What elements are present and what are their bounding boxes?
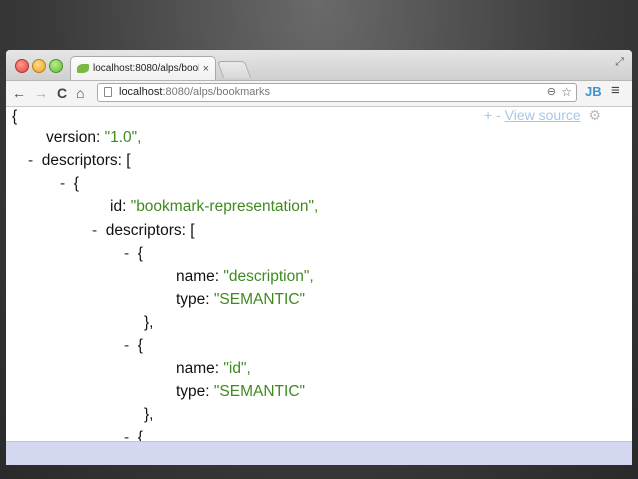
json-key: type: (176, 383, 210, 400)
url-host: localhost (119, 86, 162, 98)
json-brace: { (138, 337, 143, 354)
json-key: type: (176, 291, 210, 308)
browser-window: localhost:8080/alps/book × ⤢ ← → C ⌂ loc… (6, 50, 632, 465)
json-name-line: name: "description", (176, 267, 314, 287)
collapse-toggle[interactable]: - (60, 175, 65, 192)
json-type-line: type: "SEMANTIC" (176, 382, 305, 402)
close-window-button[interactable] (15, 59, 29, 73)
gear-icon[interactable]: ⚙ (589, 107, 602, 123)
json-object-line: - { (124, 428, 143, 441)
menu-icon[interactable]: ≡ (611, 82, 620, 99)
tab-title: localhost:8080/alps/book (93, 63, 199, 74)
json-version-line: version: "1.0", (46, 128, 141, 148)
collapse-toggle[interactable]: - (28, 152, 33, 169)
url-text: localhost:8080/alps/bookmarks (119, 84, 270, 101)
json-value: "bookmark-representation", (131, 198, 319, 215)
collapse-all-button[interactable]: - (496, 107, 501, 123)
json-name-line: name: "id", (176, 359, 251, 379)
json-key: id: (110, 198, 126, 215)
maximize-window-button[interactable] (49, 59, 63, 73)
json-viewer-controls: + - View source ⚙ (484, 107, 601, 124)
json-object-line: - { (124, 244, 143, 264)
reload-button[interactable]: C (57, 84, 67, 102)
url-path: :8080/alps/bookmarks (162, 86, 270, 98)
collapse-toggle[interactable]: - (124, 245, 129, 262)
json-key: name: (176, 360, 219, 377)
json-viewer: + - View source ⚙ { version: "1.0", - de… (6, 107, 632, 441)
json-close-brace: }, (144, 405, 153, 425)
new-tab-button[interactable] (217, 61, 251, 78)
address-bar[interactable]: localhost:8080/alps/bookmarks ⊖ ☆ (97, 83, 577, 102)
json-type-line: type: "SEMANTIC" (176, 290, 305, 310)
collapse-toggle[interactable]: - (124, 429, 129, 441)
zoom-icon[interactable]: ⊖ (547, 84, 556, 101)
json-object-line: - { (60, 174, 79, 194)
json-key: name: (176, 268, 219, 285)
json-key: descriptors: [ (42, 152, 131, 169)
collapse-toggle[interactable]: - (92, 222, 97, 239)
view-source-link[interactable]: View source (505, 107, 581, 123)
json-open-brace: { (12, 107, 17, 127)
spring-leaf-icon (77, 64, 89, 73)
title-bar: localhost:8080/alps/book × ⤢ (6, 50, 632, 81)
bookmark-star-icon[interactable]: ☆ (561, 84, 572, 101)
browser-tab[interactable]: localhost:8080/alps/book × (70, 56, 216, 80)
json-key: version: (46, 129, 100, 146)
expand-all-button[interactable]: + (484, 107, 492, 123)
browser-toolbar: ← → C ⌂ localhost:8080/alps/bookmarks ⊖ … (6, 81, 632, 107)
json-value: "id", (223, 360, 250, 377)
json-brace: { (74, 175, 79, 192)
collapse-toggle[interactable]: - (124, 337, 129, 354)
fullscreen-icon[interactable]: ⤢ (615, 56, 624, 69)
json-value: "1.0", (105, 129, 142, 146)
minimize-window-button[interactable] (32, 59, 46, 73)
json-value: "SEMANTIC" (214, 291, 305, 308)
json-value: "SEMANTIC" (214, 383, 305, 400)
tab-close-icon[interactable]: × (203, 63, 209, 75)
json-object-line: - { (124, 336, 143, 356)
json-key: descriptors: [ (106, 222, 195, 239)
jetbrains-extension-icon[interactable]: JB (585, 84, 602, 99)
json-inner-descriptors-line: - descriptors: [ (92, 221, 195, 241)
page-icon (104, 87, 112, 97)
json-brace: { (138, 245, 143, 262)
json-descriptors-line: - descriptors: [ (28, 151, 131, 171)
json-value: "description", (223, 268, 313, 285)
status-bar (6, 441, 632, 465)
forward-button[interactable]: → (34, 84, 48, 102)
json-id-line: id: "bookmark-representation", (110, 197, 318, 217)
back-button[interactable]: ← (12, 84, 26, 102)
json-close-brace: }, (144, 313, 153, 333)
json-brace: { (138, 429, 143, 441)
home-button[interactable]: ⌂ (76, 84, 84, 102)
